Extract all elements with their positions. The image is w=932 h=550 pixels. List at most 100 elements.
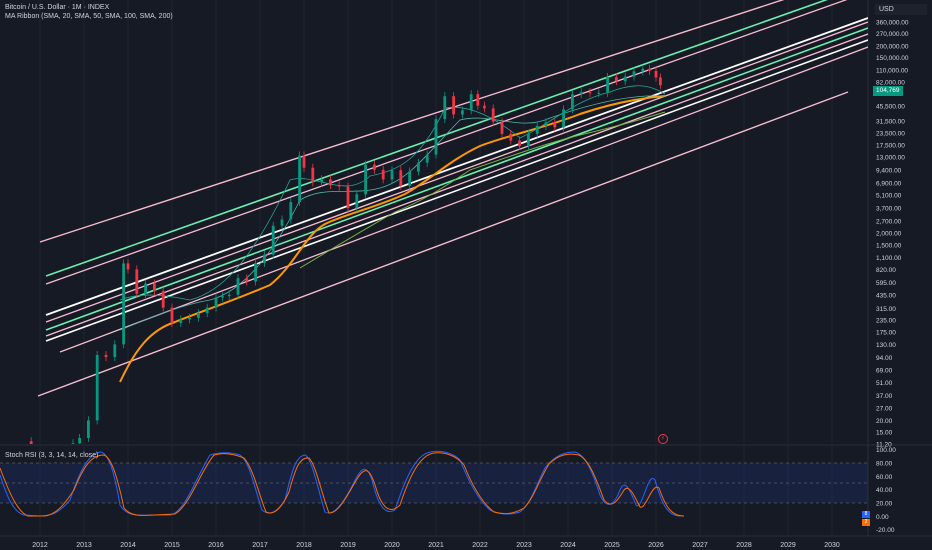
candle-body (205, 307, 209, 314)
price-axis-label: 130.00 (876, 342, 896, 349)
price-axis-label: 595.00 (876, 280, 896, 287)
candle-body (535, 125, 539, 134)
candle-body (469, 94, 473, 111)
candle-body (298, 155, 301, 203)
stoch-rsi-legend[interactable]: Stoch RSI (3, 3, 14, 14, close) (5, 451, 98, 460)
candle-body (648, 68, 651, 71)
symbol-title[interactable]: Bitcoin / U.S. Dollar · 1M · INDEX (5, 3, 109, 12)
price-axis-label: 13,000.00 (876, 155, 905, 162)
time-axis-label: 2020 (384, 542, 400, 549)
time-axis-label: 2018 (296, 542, 312, 549)
price-axis-label: 150,000.00 (876, 55, 909, 62)
candle-body (153, 283, 156, 292)
price-axis-label: 23,500.00 (876, 130, 905, 137)
rsi-axis-label: 40.00 (876, 487, 893, 494)
rsi-k-badge: 8 (862, 511, 870, 518)
candle-body (364, 164, 367, 195)
price-axis-label: 5,100.00 (876, 193, 902, 200)
candle-body (188, 317, 191, 320)
price-axis-label: 27.00 (876, 406, 893, 413)
candle-body (346, 186, 350, 209)
rsi-axis[interactable]: 100.00 80.00 60.00 40.00 20.00 0.00 -20.00 (876, 447, 896, 534)
candle-body (381, 169, 385, 180)
candle-body (329, 179, 332, 186)
candle-body (659, 77, 662, 86)
price-axis-label: 235.00 (876, 318, 896, 325)
price-axis-label: 15.00 (876, 430, 893, 437)
candle-body (87, 420, 90, 438)
price-axis-label: 20.00 (876, 418, 893, 425)
time-axis-label: 2013 (76, 542, 92, 549)
time-axis-label: 2022 (472, 542, 488, 549)
time-axis-label: 2029 (780, 542, 796, 549)
time-axis-label: 2023 (516, 542, 532, 549)
candle-body (606, 77, 609, 93)
candle-body (615, 77, 618, 82)
price-axis-label: 110,000.00 (876, 68, 908, 75)
price-axis-label: 360,000.00 (876, 20, 909, 27)
price-axis-label: 1,100.00 (876, 255, 902, 262)
candle-body (452, 96, 455, 115)
candle-body (597, 92, 601, 94)
price-axis-label: 270,000.00 (876, 31, 909, 38)
time-axis[interactable]: 2012 2013 2014 2015 2016 2017 2018 2019 2020 2021… (32, 542, 840, 549)
price-axis-label: 6,900.00 (876, 180, 902, 187)
currency-selector[interactable]: USD (875, 4, 927, 15)
price-axis-label: 2,700.00 (876, 218, 902, 225)
candle-body (254, 263, 257, 282)
time-axis-label: 2015 (164, 542, 180, 549)
time-axis-label: 2017 (252, 542, 268, 549)
candle-body (571, 94, 574, 110)
candle-body (214, 297, 218, 308)
candle-body (95, 354, 99, 421)
candle-body (562, 109, 565, 128)
price-axis-label: 37.00 (876, 393, 893, 400)
candle-body (355, 194, 359, 209)
candle-body (461, 110, 464, 115)
candle-body (113, 344, 117, 358)
candle-body (135, 269, 139, 294)
price-axis[interactable]: 360,000.00 270,000.00 200,000.00 150,000.00… (876, 20, 909, 449)
candle-body (170, 307, 174, 323)
chart-canvas[interactable]: 360,000.00 270,000.00 200,000.00 150,000.00… (0, 0, 932, 550)
candle-body (641, 68, 645, 72)
rsi-axis-label: 20.00 (876, 501, 893, 508)
candle-body (271, 225, 275, 255)
candle-body (78, 437, 81, 444)
candle-body (337, 185, 341, 187)
candle-body (623, 76, 627, 82)
candle-body (161, 291, 165, 308)
candle-body (390, 170, 394, 180)
candle-body (588, 92, 592, 94)
candle-body (417, 162, 420, 172)
candle-body (302, 155, 306, 168)
price-axis-label: 1,500.00 (876, 242, 902, 249)
candle-body (263, 254, 266, 264)
last-price-badge: 104,769 (873, 86, 903, 96)
rsi-axis-label: 80.00 (876, 461, 893, 468)
price-axis-label: 9,400.00 (876, 168, 902, 175)
candle-body (553, 122, 557, 128)
candle-body (311, 167, 315, 183)
candle-body (236, 278, 240, 295)
candle-body (227, 294, 231, 297)
candle-body (144, 283, 147, 294)
price-axis-label: 69.00 (876, 368, 893, 375)
ma-ribbon-legend[interactable]: MA Ribbon (SMA, 20, SMA, 50, SMA, 100, S… (5, 12, 173, 21)
candle-body (483, 105, 486, 109)
time-axis-label: 2014 (120, 542, 136, 549)
candle-body (654, 70, 658, 78)
lightning-event-icon[interactable]: ⚡ (658, 434, 668, 444)
time-axis-label: 2026 (648, 542, 664, 549)
candle-body (443, 96, 447, 120)
candle-body (632, 71, 636, 77)
rsi-axis-label: 60.00 (876, 474, 893, 481)
candle-body (579, 92, 583, 95)
rsi-axis-label: 100.00 (876, 447, 896, 454)
candle-body (425, 154, 429, 163)
price-axis-label: 2,000.00 (876, 231, 902, 238)
rsi-axis-label: 0.00 (876, 514, 889, 521)
candle-body (544, 122, 548, 126)
main-pane[interactable] (0, 0, 868, 444)
candle-body (476, 94, 480, 106)
